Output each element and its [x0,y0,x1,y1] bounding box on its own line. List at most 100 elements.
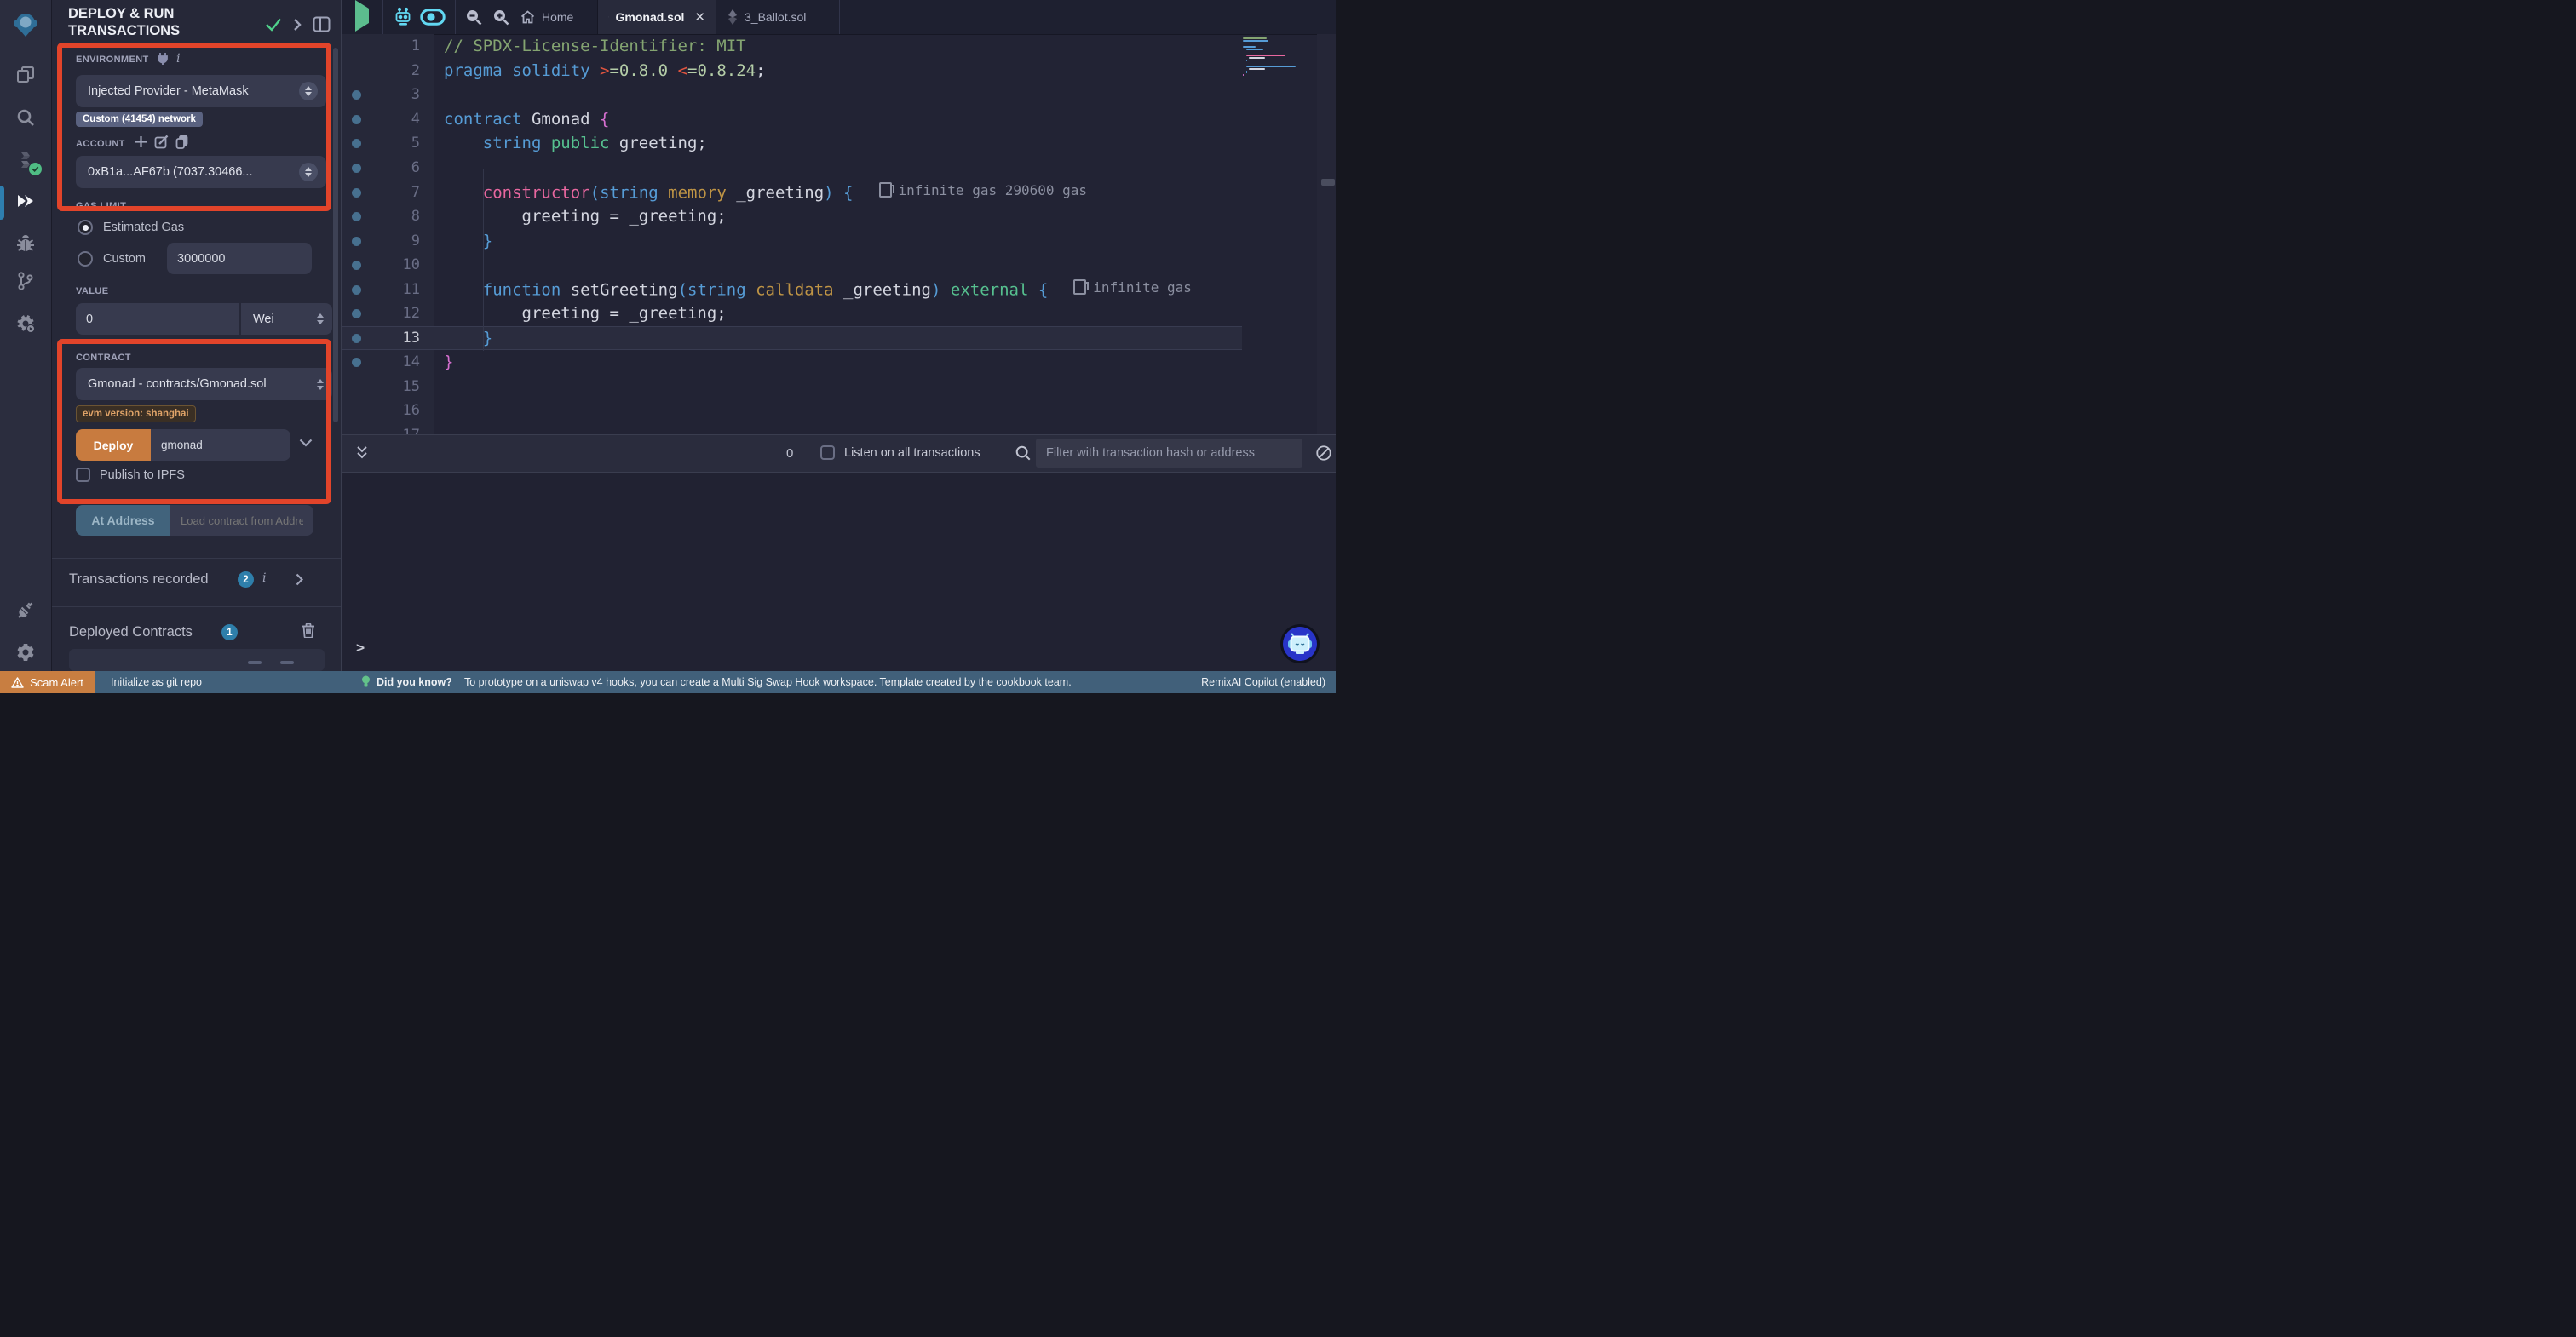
deploy-run-icon[interactable] [15,191,36,211]
settings-icon[interactable] [15,642,36,663]
panel-scrollbar[interactable] [333,48,338,422]
estimated-gas-radio[interactable] [78,220,93,235]
gutter-dot[interactable] [352,90,361,100]
code-line[interactable]: 14} [342,350,1336,375]
tab-ballot[interactable]: 3_Ballot.sol [717,0,840,34]
clear-console-icon[interactable] [1315,445,1332,462]
scam-alert-button[interactable]: Scam Alert [0,671,95,693]
code-viewport[interactable]: 1// SPDX-License-Identifier: MIT2pragma … [342,34,1336,434]
remixai-copilot-status[interactable]: RemixAI Copilot (enabled) [1201,671,1325,693]
solidity-compiler-icon[interactable] [15,150,36,170]
tip-text: To prototype on a uniswap v4 hooks, you … [464,671,1072,693]
gutter-dot[interactable] [352,261,361,270]
code-line[interactable]: 15 [342,375,1336,399]
clear-deployed-trash-icon[interactable] [302,623,315,638]
copilot-toggle-icon[interactable] [420,9,446,26]
gutter-dot[interactable] [352,237,361,246]
remixai-assistant-bubble[interactable] [1280,624,1320,663]
publish-ipfs-label: Publish to IPFS [100,468,185,482]
code-line[interactable]: 12 greeting = _greeting; [342,301,1336,326]
estimated-gas-label: Estimated Gas [103,221,184,234]
pin-panel-icon[interactable] [313,16,331,32]
code-line[interactable]: 13 } [342,326,1336,351]
debugger-icon[interactable] [15,233,36,254]
code-line[interactable]: 3 [342,83,1336,107]
account-select[interactable]: 0xB1a...AF67b (7037.30466... [76,156,326,188]
gutter-dot[interactable] [352,285,361,295]
panel-collapse-chevron-icon[interactable] [293,18,302,32]
editor-scrollbar-lane[interactable] [1317,34,1336,434]
gutter-dot[interactable] [352,115,361,124]
editor-scrollbar-thumb[interactable] [1321,179,1335,186]
tab-home[interactable]: Home [510,0,584,34]
custom-gas-radio[interactable] [78,251,93,267]
close-tab-icon[interactable]: ✕ [694,9,705,25]
gutter-dot[interactable] [352,139,361,148]
publish-ipfs-checkbox[interactable] [76,468,90,482]
contract-select[interactable]: Gmonad - contracts/Gmonad.sol [76,368,332,400]
minimize-icon[interactable] [248,661,262,664]
remix-logo-icon[interactable] [13,12,38,37]
zoom-out-icon[interactable] [464,8,483,26]
gutter-dot[interactable] [352,188,361,198]
deploy-arg-input[interactable] [151,429,290,461]
edit-account-icon[interactable] [154,135,169,149]
gutter-dot[interactable] [352,212,361,221]
at-address-input[interactable] [170,505,313,536]
expand-deploy-chevron-icon[interactable] [299,439,313,447]
value-unit-select[interactable]: Wei [241,303,332,335]
remixai-robot-icon[interactable] [393,7,413,27]
expand-terminal-icon[interactable] [355,445,369,461]
editor-minimap[interactable] [1243,37,1320,85]
code-line[interactable]: 4contract Gmonad { [342,107,1336,132]
code-line[interactable]: 11 function setGreeting(string calldata … [342,277,1336,301]
code-line[interactable]: 7 constructor(string memory _greeting) {… [342,180,1336,204]
transactions-info-icon[interactable]: i [262,571,266,585]
chevron-up-down-icon [317,313,324,324]
git-icon[interactable] [15,271,36,291]
code-line[interactable]: 5 string public greeting; [342,131,1336,156]
network-badge: Custom (41454) network [76,112,203,127]
transaction-filter-input[interactable] [1036,439,1302,468]
plugin-connect-icon[interactable] [15,600,36,620]
environment-select[interactable]: Injected Provider - MetaMask [76,75,326,107]
environment-info-icon[interactable]: i [176,52,180,66]
gutter-dot[interactable] [352,358,361,367]
expand-icon[interactable] [280,661,294,664]
transactions-recorded-label: Transactions recorded [69,571,209,588]
code-line[interactable]: 1// SPDX-License-Identifier: MIT [342,34,1336,59]
transactions-expand-chevron-icon[interactable] [296,573,303,586]
code-line[interactable]: 6 [342,156,1336,181]
compile-success-badge [29,163,42,175]
gutter-dot[interactable] [352,309,361,318]
terminal-search-icon[interactable] [1015,445,1032,462]
code-line[interactable]: 10 [342,253,1336,278]
search-icon[interactable] [15,107,36,128]
code-line[interactable]: 16 [342,399,1336,423]
code-line[interactable]: 2pragma solidity >=0.8.0 <=0.8.24; [342,59,1336,83]
code-line[interactable]: 9 } [342,228,1336,253]
plugin-manager-icon[interactable] [15,313,36,334]
copy-account-icon[interactable] [175,135,188,149]
zoom-in-icon[interactable] [492,8,510,26]
environment-plug-icon[interactable] [157,52,169,65]
run-script-button[interactable] [355,9,369,24]
deployed-contract-row[interactable] [69,649,325,671]
code-line[interactable]: 8 greeting = _greeting; [342,204,1336,229]
file-explorer-icon[interactable] [15,65,36,85]
at-address-button[interactable]: At Address [76,505,170,536]
add-account-icon[interactable] [135,135,147,148]
deploy-button[interactable]: Deploy [76,429,151,461]
value-input[interactable] [76,303,239,335]
terminal-output[interactable]: > [342,473,1336,671]
listen-transactions-checkbox[interactable] [820,445,835,460]
git-init-button[interactable]: Initialize as git repo [111,671,202,693]
warning-triangle-icon [11,677,24,688]
tab-gmonad[interactable]: Gmonad.sol ✕ [597,0,716,34]
value-label: VALUE [76,286,108,296]
gutter-dot[interactable] [352,164,361,173]
code-line[interactable]: 17 [342,423,1336,434]
custom-gas-input[interactable] [167,243,312,274]
terminal-toolbar: 0 Listen on all transactions [342,434,1336,473]
gutter-dot[interactable] [352,334,361,343]
